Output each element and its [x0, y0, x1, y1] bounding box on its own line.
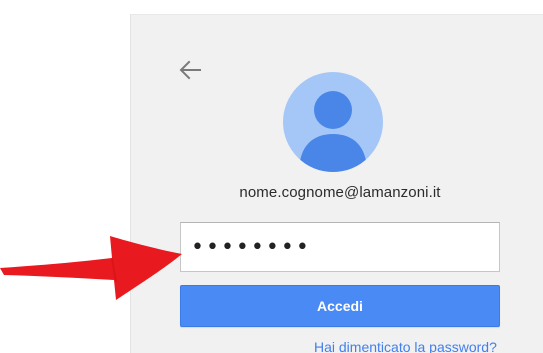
back-arrow-icon[interactable] — [176, 56, 204, 84]
account-email: nome.cognome@lamanzoni.it — [239, 184, 441, 201]
forgot-password-link[interactable]: Hai dimenticato la password? — [314, 339, 497, 353]
signin-button[interactable]: Accedi — [180, 285, 500, 327]
user-avatar-icon — [283, 72, 383, 172]
password-input[interactable] — [180, 222, 500, 272]
login-page: nome.cognome@lamanzoni.it Accedi Hai dim… — [0, 0, 543, 353]
